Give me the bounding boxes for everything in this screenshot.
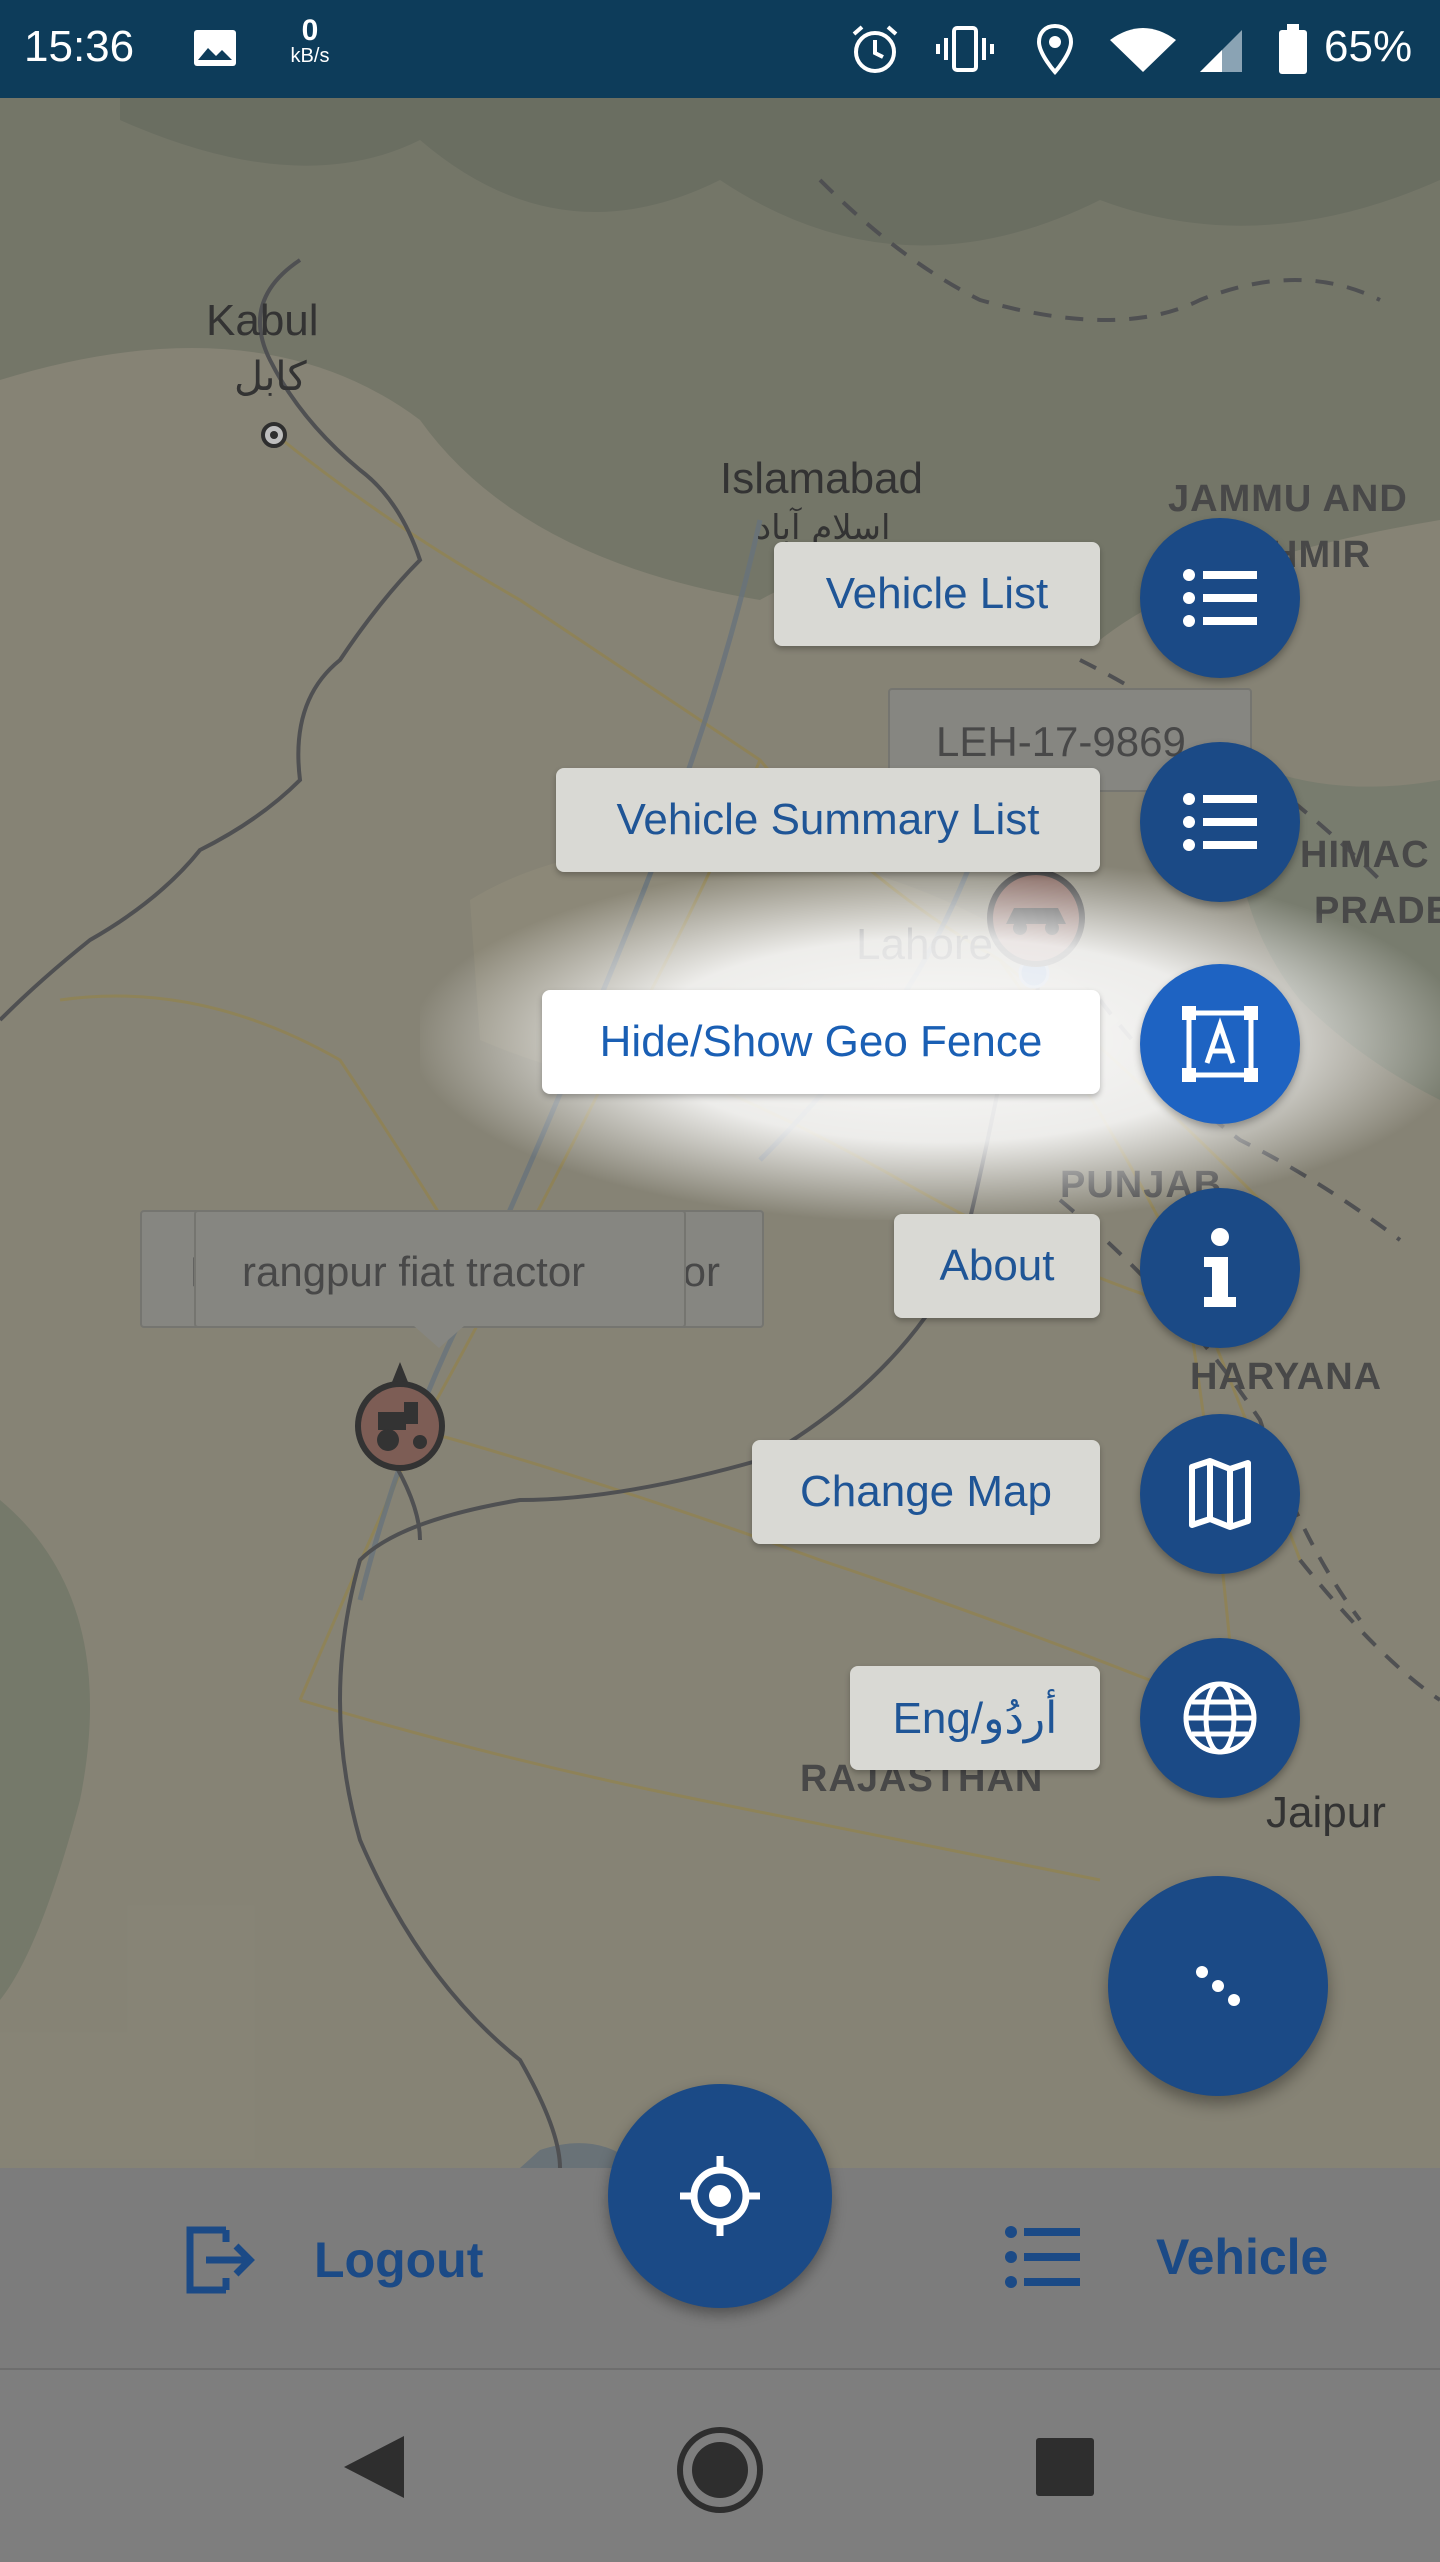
dots-icon xyxy=(1196,1966,1240,2006)
change-map-label[interactable]: Change Map xyxy=(752,1440,1100,1544)
car-marker-icon[interactable] xyxy=(984,866,1088,970)
status-time: 15:36 xyxy=(24,22,135,71)
vehicle-list-label[interactable]: Vehicle List xyxy=(774,542,1100,646)
system-nav-bar xyxy=(0,2368,1440,2562)
map-icon xyxy=(1189,1458,1251,1530)
vehicle-button[interactable]: Vehicle xyxy=(1004,2224,1328,2290)
city-kabul-urdu: کابل xyxy=(234,354,307,400)
battery-icon xyxy=(1279,24,1307,74)
recents-icon[interactable] xyxy=(1034,2436,1096,2498)
region-himac-2: PRADE xyxy=(1314,890,1440,932)
tractor-marker-icon[interactable] xyxy=(352,1360,448,1480)
list-icon xyxy=(1183,569,1257,627)
status-bar: 15:36 0 kB/s 65% xyxy=(0,0,1440,98)
geo-fence-icon xyxy=(1182,1006,1258,1082)
list-icon xyxy=(1005,2226,1080,2288)
vehicle-tooltip: rangpur fiat tractor xyxy=(194,1210,686,1328)
home-icon[interactable] xyxy=(674,2424,766,2516)
city-lahore: Lahore xyxy=(856,920,994,969)
city-jaipur: Jaipur xyxy=(1266,1788,1386,1837)
location-icon xyxy=(1036,23,1074,76)
my-location-button[interactable] xyxy=(608,2084,832,2308)
city-islamabad: Islamabad xyxy=(720,454,924,503)
speed-dial-toggle-button[interactable] xyxy=(1108,1876,1328,2096)
info-icon xyxy=(1204,1228,1236,1307)
list-icon xyxy=(1183,793,1257,851)
vehicle-summary-list-label[interactable]: Vehicle Summary List xyxy=(556,768,1100,872)
net-speed: 0 kB/s xyxy=(290,14,330,67)
vehicle-label: Vehicle xyxy=(1156,2229,1329,2285)
map-terrain xyxy=(0,98,1440,2168)
logout-label: Logout xyxy=(314,2232,484,2288)
language-label[interactable]: Eng/أردُو xyxy=(850,1666,1100,1770)
vehicle-summary-list-button[interactable] xyxy=(1140,742,1300,902)
wifi-icon xyxy=(1110,28,1176,72)
map-view[interactable]: Kabul کابل Islamabad اسلام آباد Lahore J… xyxy=(0,98,1440,2168)
region-jammu-1: JAMMU AND xyxy=(1168,478,1408,520)
about-button[interactable] xyxy=(1140,1188,1300,1348)
geo-fence-button[interactable] xyxy=(1140,964,1300,1124)
language-button[interactable] xyxy=(1140,1638,1300,1798)
change-map-button[interactable] xyxy=(1140,1414,1300,1574)
image-icon xyxy=(194,30,236,66)
geo-fence-label[interactable]: Hide/Show Geo Fence xyxy=(542,990,1100,1094)
vibrate-icon xyxy=(936,26,994,72)
crosshair-icon xyxy=(680,2156,760,2236)
tooltip-pointer xyxy=(414,1326,464,1348)
back-icon[interactable] xyxy=(340,2432,408,2502)
signal-icon xyxy=(1200,30,1242,72)
battery-percent: 65% xyxy=(1324,22,1413,71)
region-haryana: HARYANA xyxy=(1190,1356,1383,1398)
logout-button[interactable]: Logout xyxy=(182,2222,483,2298)
alarm-icon xyxy=(852,25,898,73)
logout-icon xyxy=(186,2226,255,2294)
region-himac-1: HIMAC xyxy=(1300,834,1430,876)
globe-icon xyxy=(1183,1681,1257,1755)
about-label[interactable]: About xyxy=(894,1214,1100,1318)
vehicle-list-button[interactable] xyxy=(1140,518,1300,678)
city-kabul: Kabul xyxy=(206,296,319,345)
